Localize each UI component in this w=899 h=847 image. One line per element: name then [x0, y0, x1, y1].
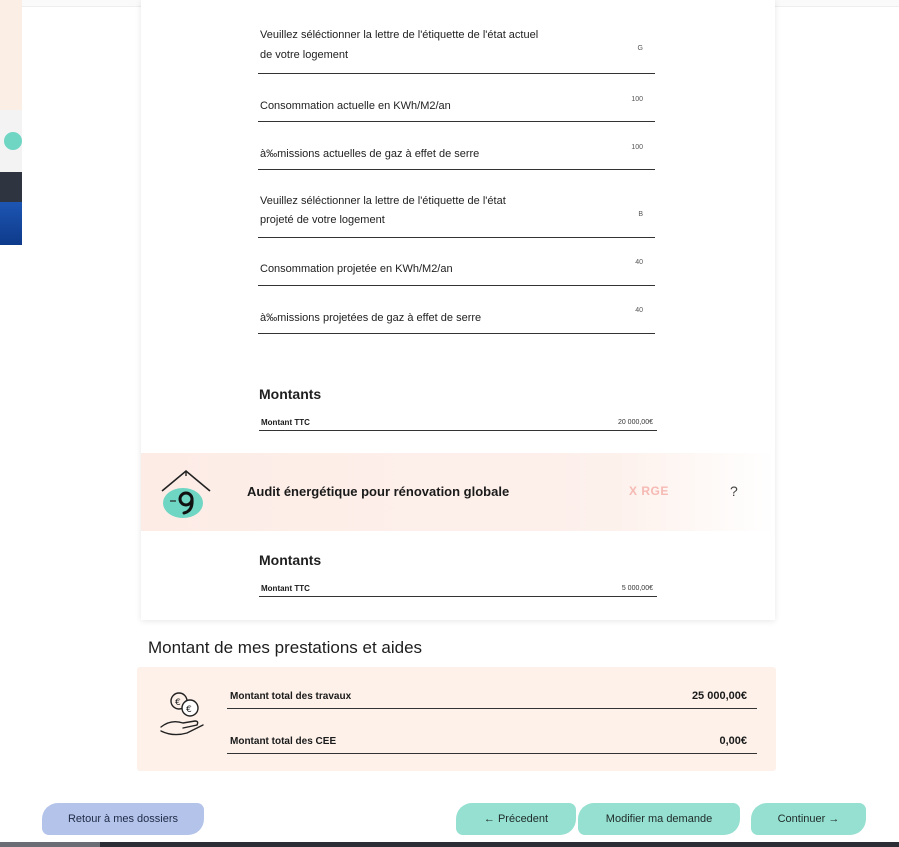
field-label: à‰missions actuelles de gaz à effet de s… — [260, 148, 480, 160]
field-current-emissions[interactable]: à‰missions actuelles de gaz à effet de s… — [258, 140, 655, 170]
audit-energy-band: Audit énergétique pour rénovation global… — [141, 453, 775, 531]
svg-text:€: € — [175, 698, 181, 708]
amount-value: 20 000,00€ — [617, 419, 653, 426]
taskbar — [100, 842, 899, 847]
amount-value: 5 000,00€ — [621, 585, 653, 592]
total-label: Montant total des travaux — [230, 691, 352, 702]
hand-money-icon: € € — [160, 692, 204, 736]
background-edge-top — [0, 0, 22, 110]
field-value[interactable]: 100 — [631, 144, 643, 151]
section-title-amounts: Montants — [259, 552, 322, 568]
continue-button[interactable]: Continuer → — [751, 803, 866, 835]
field-current-consumption[interactable]: Consommation actuelle en KWh/M2/an 100 — [258, 92, 655, 122]
field-value[interactable]: G — [638, 45, 643, 52]
help-icon[interactable]: ? — [730, 483, 738, 499]
total-row-works: Montant total des travaux 25 000,00€ — [227, 687, 757, 709]
total-value: 0,00€ — [719, 735, 747, 747]
field-label: de votre logement — [260, 49, 349, 61]
field-label: Consommation actuelle en KWh/M2/an — [260, 100, 451, 112]
field-current-label-letter[interactable]: Veuillez séléctionner la lettre de l'éti… — [258, 22, 655, 74]
total-row-cee: Montant total des CEE 0,00€ — [227, 732, 757, 754]
amount-row-ttc: Montant TTC 5 000,00€ — [259, 581, 657, 597]
field-value[interactable]: 40 — [635, 307, 643, 314]
amount-label: Montant TTC — [261, 584, 310, 593]
field-label: à‰missions projetées de gaz à effet de s… — [260, 312, 482, 324]
amount-label: Montant TTC — [261, 418, 310, 427]
totals-card: € € Montant total des travaux 25 000,00€… — [137, 667, 776, 771]
audit-title: Audit énergétique pour rénovation global… — [247, 484, 510, 499]
field-projected-consumption[interactable]: Consommation projetée en KWh/M2/an 40 — [258, 254, 655, 286]
field-label: Veuillez séléctionner la lettre de l'éti… — [260, 195, 506, 207]
back-to-files-button[interactable]: Retour à mes dossiers — [42, 803, 204, 835]
field-value[interactable]: 40 — [635, 259, 643, 266]
field-projected-label-letter[interactable]: Veuillez séléctionner la lettre de l'éti… — [258, 187, 655, 238]
taskbar-edge — [0, 842, 100, 847]
field-value[interactable]: B — [638, 211, 643, 218]
svg-text:€: € — [186, 705, 192, 715]
details-card: Veuillez séléctionner la lettre de l'éti… — [141, 0, 775, 620]
amount-row-ttc: Montant TTC 20 000,00€ — [259, 415, 657, 431]
field-label: projeté de votre logement — [260, 214, 385, 226]
house-energy-icon — [161, 469, 211, 518]
summary-heading: Montant de mes prestations et aides — [148, 638, 423, 657]
section-title-amounts: Montants — [259, 386, 322, 402]
background-edge-image — [0, 110, 22, 245]
previous-button[interactable]: ← Précedent — [456, 803, 576, 835]
field-value[interactable]: 100 — [631, 96, 643, 103]
total-value: 25 000,00€ — [691, 690, 747, 702]
field-label: Veuillez séléctionner la lettre de l'éti… — [260, 29, 539, 41]
field-label: Consommation projetée en KWh/M2/an — [260, 263, 453, 275]
total-label: Montant total des CEE — [230, 736, 337, 747]
rge-badge: X RGE — [629, 484, 669, 498]
edit-request-button[interactable]: Modifier ma demande — [578, 803, 740, 835]
field-projected-emissions[interactable]: à‰missions projetées de gaz à effet de s… — [258, 303, 655, 334]
